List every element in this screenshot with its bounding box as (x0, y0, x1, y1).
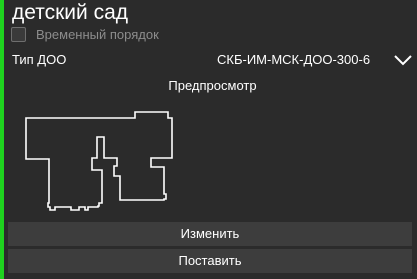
temporary-order-checkbox[interactable] (11, 27, 26, 42)
temporary-order-label: Временный порядок (36, 27, 159, 42)
building-panel: детский сад Временный порядок Тип ДОО СК… (0, 0, 417, 279)
place-button[interactable]: Поставить (8, 249, 412, 273)
chevron-down-icon[interactable] (393, 53, 413, 67)
floor-plan-outline (25, 111, 173, 211)
type-selected-value: СКБ-ИМ-МСК-ДОО-300-6 (217, 52, 371, 67)
preview-label: Предпросмотр (168, 78, 257, 93)
temporary-order-checkbox-row[interactable]: Временный порядок (11, 25, 159, 44)
accent-bar (0, 0, 4, 279)
type-dropdown[interactable]: СКБ-ИМ-МСК-ДОО-300-6 (200, 48, 417, 72)
type-label: Тип ДОО (12, 52, 67, 67)
floor-plan-preview (25, 111, 173, 211)
edit-button[interactable]: Изменить (8, 222, 412, 246)
panel-title: детский сад (12, 1, 129, 24)
